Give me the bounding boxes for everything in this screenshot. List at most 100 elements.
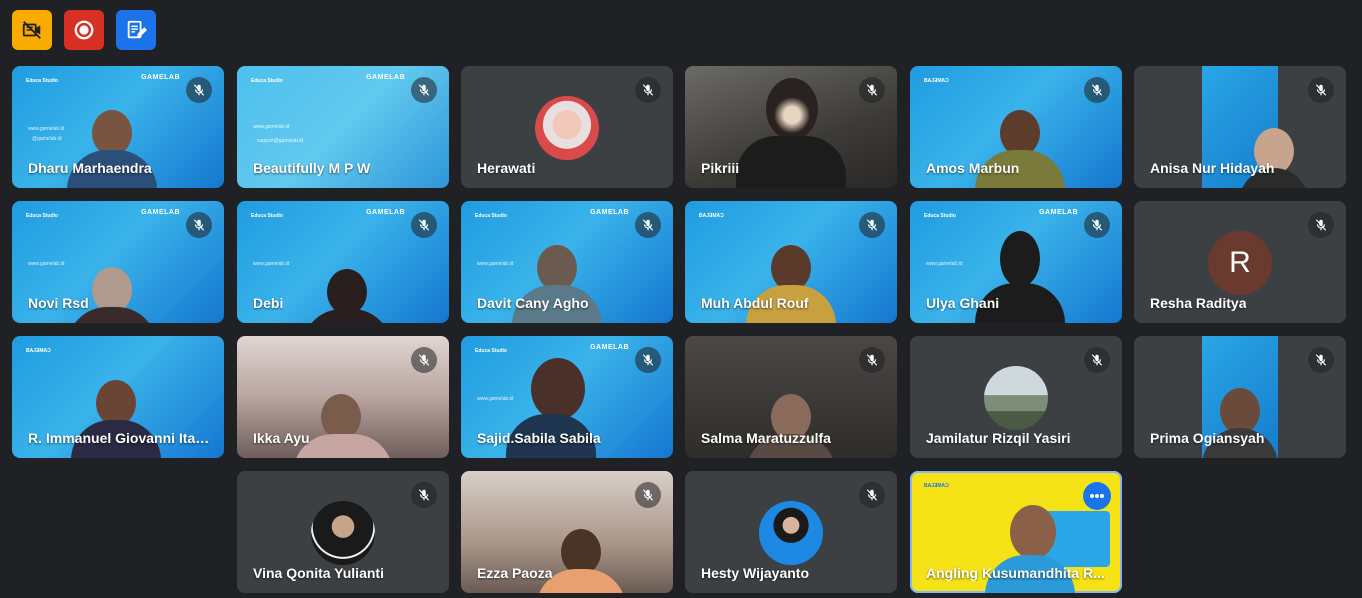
participant-avatar <box>535 96 599 160</box>
participant-tile[interactable]: BAJƎMAƆ Amos Marbun <box>910 66 1122 188</box>
mic-off-icon <box>635 212 661 238</box>
participant-tile[interactable]: Herawati <box>461 66 673 188</box>
participant-name: Davit Cany Agho <box>477 295 589 311</box>
participant-tile[interactable]: R Resha Raditya <box>1134 201 1346 323</box>
mic-off-icon <box>411 347 437 373</box>
participant-name: Vina Qonita Yulianti <box>253 565 384 581</box>
overlay-studio-label: Educa Studio <box>475 213 507 219</box>
recording-button[interactable] <box>64 10 104 50</box>
participant-video <box>746 394 836 458</box>
overlay-brand-label: BAJƎMAƆ <box>699 213 724 219</box>
mic-off-icon <box>186 212 212 238</box>
overlay-handle: @gamelab.id <box>32 136 62 142</box>
participant-tile[interactable]: Vina Qonita Yulianti <box>237 471 449 593</box>
participant-video <box>67 110 157 188</box>
mic-off-icon <box>411 482 437 508</box>
participant-name: Amos Marbun <box>926 160 1020 176</box>
participant-name: Debi <box>253 295 284 311</box>
participant-tile[interactable]: Jamilatur Rizqil Yasiri <box>910 336 1122 458</box>
overlay-brand-label: GAMELAB <box>1039 209 1078 216</box>
participant-tile[interactable]: Educa Studio GAMELAB www.gamelab.id Ulya… <box>910 201 1122 323</box>
participant-video <box>536 529 626 593</box>
participant-video <box>1239 128 1309 188</box>
participant-tile[interactable]: Educa Studio GAMELAB www.gamelab.id Saji… <box>461 336 673 458</box>
participant-name: Angling Kusumandhita R... <box>926 565 1105 581</box>
mic-off-icon <box>1084 212 1110 238</box>
hide-self-view-button[interactable] <box>12 10 52 50</box>
participant-video <box>975 110 1065 188</box>
mic-off-icon <box>411 77 437 103</box>
overlay-brand-label: GAMELAB <box>366 74 405 81</box>
top-toolbar <box>12 10 156 50</box>
participant-avatar <box>759 501 823 565</box>
participant-avatar: R <box>1208 231 1272 295</box>
more-dots-icon <box>1090 494 1104 498</box>
participant-name: Ikka Ayu <box>253 430 310 446</box>
mic-off-icon <box>186 77 212 103</box>
participant-tile[interactable]: BAJƎMAƆ R. Immanuel Giovanni Ital... <box>12 336 224 458</box>
participant-tile[interactable]: Educa Studio GAMELAB www.gamelab.id Davi… <box>461 201 673 323</box>
mic-off-icon <box>859 482 885 508</box>
mic-off-icon <box>1308 77 1334 103</box>
mic-off-icon <box>859 77 885 103</box>
overlay-brand-label: GAMELAB <box>141 209 180 216</box>
participant-tile[interactable]: Ezza Paoza <box>461 471 673 593</box>
overlay-brand-label: BAJƎMAƆ <box>924 78 949 84</box>
participant-name: Pikriii <box>701 160 740 176</box>
mic-off-icon <box>1308 347 1334 373</box>
participant-video <box>293 394 393 458</box>
more-options-button[interactable] <box>1083 482 1111 510</box>
participant-tile-active-speaker[interactable]: BAJƎMAƆ Angling Kusumandhita R... <box>910 471 1122 593</box>
overlay-brand-label: BAJƎMAƆ <box>924 483 949 489</box>
participant-name: Muh Abdul Rouf <box>701 295 809 311</box>
overlay-website: www.gamelab.id <box>253 124 290 130</box>
overlay-studio-label: Educa Studio <box>251 213 283 219</box>
participant-name: Beautifully M P W <box>253 160 371 176</box>
overlay-studio-label: Educa Studio <box>475 348 507 354</box>
edit-note-icon <box>125 19 147 41</box>
participant-name: Novi Rsd <box>28 295 89 311</box>
participant-tile[interactable]: Salma Maratuzzulfa <box>685 336 897 458</box>
participant-avatar <box>311 501 375 565</box>
mic-off-icon <box>1308 212 1334 238</box>
notes-button[interactable] <box>116 10 156 50</box>
participant-tile[interactable]: Prima Ogiansyah <box>1134 336 1346 458</box>
participant-name: Sajid.Sabila Sabila <box>477 430 601 446</box>
overlay-website: www.gamelab.id <box>926 261 963 267</box>
participant-video <box>736 78 846 188</box>
participant-tile[interactable]: Educa Studio GAMELAB www.gamelab.id supp… <box>237 66 449 188</box>
participant-name: Jamilatur Rizqil Yasiri <box>926 430 1071 446</box>
overlay-studio-label: Educa Studio <box>26 213 58 219</box>
participant-tile[interactable]: Educa Studio GAMELAB www.gamelab.id Novi… <box>12 201 224 323</box>
participant-name: Hesty Wijayanto <box>701 565 810 581</box>
overlay-website: www.gamelab.id <box>28 261 65 267</box>
participant-tile[interactable]: Hesty Wijayanto <box>685 471 897 593</box>
participant-tile[interactable]: Pikriii <box>685 66 897 188</box>
participant-video <box>1202 388 1278 458</box>
overlay-brand-label: BAJƎMAƆ <box>26 348 51 354</box>
participant-name: Ulya Ghani <box>926 295 1000 311</box>
overlay-website: www.gamelab.id <box>477 261 514 267</box>
mic-off-icon <box>1084 77 1110 103</box>
participant-tile[interactable]: Educa Studio GAMELAB www.gamelab.id Debi <box>237 201 449 323</box>
participant-tile[interactable]: Anisa Nur Hidayah <box>1134 66 1346 188</box>
mic-off-icon <box>635 77 661 103</box>
overlay-website: www.gamelab.id <box>28 126 65 132</box>
participant-tile[interactable]: BAJƎMAƆ Muh Abdul Rouf <box>685 201 897 323</box>
mic-off-icon <box>635 482 661 508</box>
participant-name: R. Immanuel Giovanni Ital... <box>28 430 210 446</box>
mic-off-icon <box>411 212 437 238</box>
mic-off-icon <box>859 347 885 373</box>
overlay-studio-label: Educa Studio <box>251 78 283 84</box>
record-icon <box>73 19 95 41</box>
overlay-studio-label: Educa Studio <box>26 78 58 84</box>
mic-off-icon <box>859 212 885 238</box>
participant-avatar <box>984 366 1048 430</box>
participant-name: Anisa Nur Hidayah <box>1150 160 1275 176</box>
mic-off-icon <box>635 347 661 373</box>
mic-off-icon <box>1084 347 1110 373</box>
participant-tile[interactable]: Educa Studio GAMELAB www.gamelab.id @gam… <box>12 66 224 188</box>
participant-video <box>71 380 161 458</box>
participant-tile[interactable]: Ikka Ayu <box>237 336 449 458</box>
overlay-website: www.gamelab.id <box>253 261 290 267</box>
